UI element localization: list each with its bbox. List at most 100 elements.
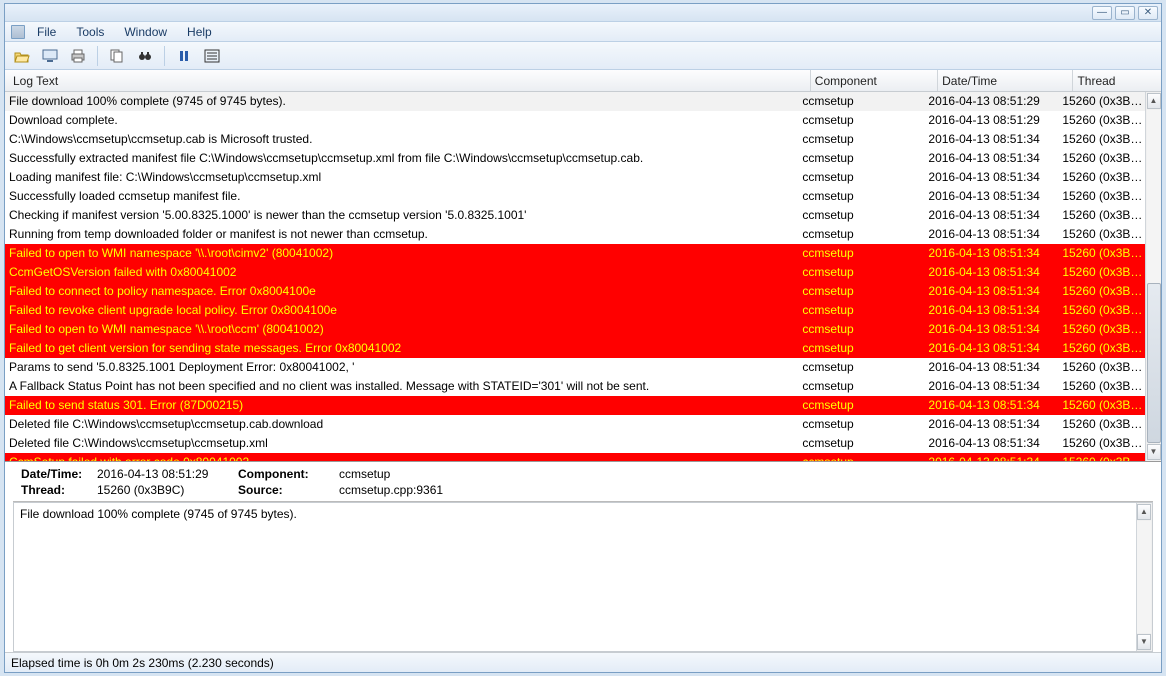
maximize-button[interactable]: ▭ <box>1115 6 1135 20</box>
monitor-icon <box>42 49 58 63</box>
log-row[interactable]: CcmSetup failed with error code 0x800410… <box>5 453 1145 461</box>
cell-date: 2016-04-13 08:51:34 <box>924 130 1058 149</box>
log-row[interactable]: Failed to get client version for sending… <box>5 339 1145 358</box>
log-row[interactable]: Loading manifest file: C:\Windows\ccmset… <box>5 168 1145 187</box>
log-row[interactable]: Params to send '5.0.8325.1001 Deployment… <box>5 358 1145 377</box>
cell-date: 2016-04-13 08:51:34 <box>924 168 1058 187</box>
scroll-track[interactable] <box>1147 110 1161 443</box>
log-row[interactable]: Deleted file C:\Windows\ccmsetup\ccmsetu… <box>5 434 1145 453</box>
status-text: Elapsed time is 0h 0m 2s 230ms (2.230 se… <box>11 656 274 670</box>
detail-component-value: ccmsetup <box>339 467 1145 481</box>
pause-button[interactable] <box>173 45 195 67</box>
cell-date: 2016-04-13 08:51:29 <box>924 111 1058 130</box>
cell-date: 2016-04-13 08:51:34 <box>924 187 1058 206</box>
log-row[interactable]: C:\Windows\ccmsetup\ccmsetup.cab is Micr… <box>5 130 1145 149</box>
cell-text: Running from temp downloaded folder or m… <box>5 225 798 244</box>
refresh-button[interactable] <box>39 45 61 67</box>
cell-thread: 15260 (0x3B9C <box>1058 263 1145 282</box>
cell-date: 2016-04-13 08:51:34 <box>924 453 1058 461</box>
cell-date: 2016-04-13 08:51:34 <box>924 434 1058 453</box>
scroll-down-button[interactable]: ▼ <box>1147 444 1161 460</box>
cell-date: 2016-04-13 08:51:34 <box>924 263 1058 282</box>
copy-button[interactable] <box>106 45 128 67</box>
menu-window[interactable]: Window <box>116 23 175 41</box>
cell-thread: 15260 (0x3B9C <box>1058 301 1145 320</box>
cell-comp: ccmsetup <box>798 377 924 396</box>
cell-comp: ccmsetup <box>798 434 924 453</box>
column-header-logtext[interactable]: Log Text <box>9 70 811 91</box>
cell-text: Successfully loaded ccmsetup manifest fi… <box>5 187 798 206</box>
cell-thread: 15260 (0x3B9C <box>1058 130 1145 149</box>
print-button[interactable] <box>67 45 89 67</box>
cell-comp: ccmsetup <box>798 111 924 130</box>
close-button[interactable]: ✕ <box>1138 6 1158 20</box>
scroll-thumb[interactable] <box>1147 283 1161 443</box>
cell-thread: 15260 (0x3B9C <box>1058 339 1145 358</box>
vertical-scrollbar[interactable]: ▲ ▼ <box>1145 92 1161 461</box>
log-row[interactable]: Running from temp downloaded folder or m… <box>5 225 1145 244</box>
log-row[interactable]: Deleted file C:\Windows\ccmsetup\ccmsetu… <box>5 415 1145 434</box>
menu-file[interactable]: File <box>29 23 64 41</box>
cell-thread: 15260 (0x3B9C <box>1058 92 1145 111</box>
log-grid: Log Text Component Date/Time Thread File… <box>5 70 1161 462</box>
cell-text: Deleted file C:\Windows\ccmsetup\ccmsetu… <box>5 415 798 434</box>
log-row[interactable]: Failed to open to WMI namespace '\\.\roo… <box>5 244 1145 263</box>
pause-icon <box>177 49 191 63</box>
cell-text: Failed to connect to policy namespace. E… <box>5 282 798 301</box>
detail-scrollbar[interactable]: ▲ ▼ <box>1136 503 1152 651</box>
menu-help[interactable]: Help <box>179 23 220 41</box>
cell-text: CcmSetup failed with error code 0x800410… <box>5 453 798 461</box>
cell-comp: ccmsetup <box>798 263 924 282</box>
cell-date: 2016-04-13 08:51:34 <box>924 320 1058 339</box>
log-row[interactable]: Checking if manifest version '5.00.8325.… <box>5 206 1145 225</box>
log-row[interactable]: Successfully loaded ccmsetup manifest fi… <box>5 187 1145 206</box>
detail-thread-value: 15260 (0x3B9C) <box>97 483 232 497</box>
log-row[interactable]: Successfully extracted manifest file C:\… <box>5 149 1145 168</box>
scroll-track[interactable] <box>1137 521 1151 633</box>
cell-thread: 15260 (0x3B9C <box>1058 206 1145 225</box>
find-button[interactable] <box>134 45 156 67</box>
log-row[interactable]: CcmGetOSVersion failed with 0x80041002cc… <box>5 263 1145 282</box>
scroll-up-button[interactable]: ▲ <box>1147 93 1161 109</box>
highlight-button[interactable] <box>201 45 223 67</box>
log-row[interactable]: Failed to send status 301. Error (87D002… <box>5 396 1145 415</box>
minimize-button[interactable]: — <box>1092 6 1112 20</box>
cell-text: Checking if manifest version '5.00.8325.… <box>5 206 798 225</box>
cell-text: Failed to open to WMI namespace '\\.\roo… <box>5 244 798 263</box>
detail-text-pane[interactable]: File download 100% complete (9745 of 974… <box>13 502 1153 652</box>
detail-datetime-value: 2016-04-13 08:51:29 <box>97 467 232 481</box>
detail-text: File download 100% complete (9745 of 974… <box>20 507 297 521</box>
menu-tools[interactable]: Tools <box>68 23 112 41</box>
cell-comp: ccmsetup <box>798 301 924 320</box>
cell-thread: 15260 (0x3B9C <box>1058 168 1145 187</box>
scroll-up-button[interactable]: ▲ <box>1137 504 1151 520</box>
cell-comp: ccmsetup <box>798 415 924 434</box>
cell-thread: 15260 (0x3B9C <box>1058 415 1145 434</box>
cell-comp: ccmsetup <box>798 130 924 149</box>
cell-text: CcmGetOSVersion failed with 0x80041002 <box>5 263 798 282</box>
cell-date: 2016-04-13 08:51:34 <box>924 396 1058 415</box>
cell-thread: 15260 (0x3B9C <box>1058 149 1145 168</box>
cell-date: 2016-04-13 08:51:34 <box>924 244 1058 263</box>
cell-thread: 15260 (0x3B9C <box>1058 111 1145 130</box>
column-header-component[interactable]: Component <box>811 70 938 91</box>
column-header-thread[interactable]: Thread <box>1073 70 1161 91</box>
cell-thread: 15260 (0x3B9C <box>1058 244 1145 263</box>
detail-component-label: Component: <box>238 467 333 481</box>
menubar: File Tools Window Help <box>5 22 1161 42</box>
log-row[interactable]: File download 100% complete (9745 of 974… <box>5 92 1145 111</box>
column-header-datetime[interactable]: Date/Time <box>938 70 1073 91</box>
log-row[interactable]: Download complete.ccmsetup2016-04-13 08:… <box>5 111 1145 130</box>
grid-body[interactable]: File download 100% complete (9745 of 974… <box>5 92 1145 461</box>
log-row[interactable]: Failed to open to WMI namespace '\\.\roo… <box>5 320 1145 339</box>
cell-thread: 15260 (0x3B9C <box>1058 358 1145 377</box>
log-row[interactable]: Failed to connect to policy namespace. E… <box>5 282 1145 301</box>
log-row[interactable]: A Fallback Status Point has not been spe… <box>5 377 1145 396</box>
scroll-down-button[interactable]: ▼ <box>1137 634 1151 650</box>
cell-comp: ccmsetup <box>798 282 924 301</box>
cell-thread: 15260 (0x3B9C <box>1058 320 1145 339</box>
toolbar <box>5 42 1161 70</box>
cell-date: 2016-04-13 08:51:34 <box>924 301 1058 320</box>
log-row[interactable]: Failed to revoke client upgrade local po… <box>5 301 1145 320</box>
open-button[interactable] <box>11 45 33 67</box>
